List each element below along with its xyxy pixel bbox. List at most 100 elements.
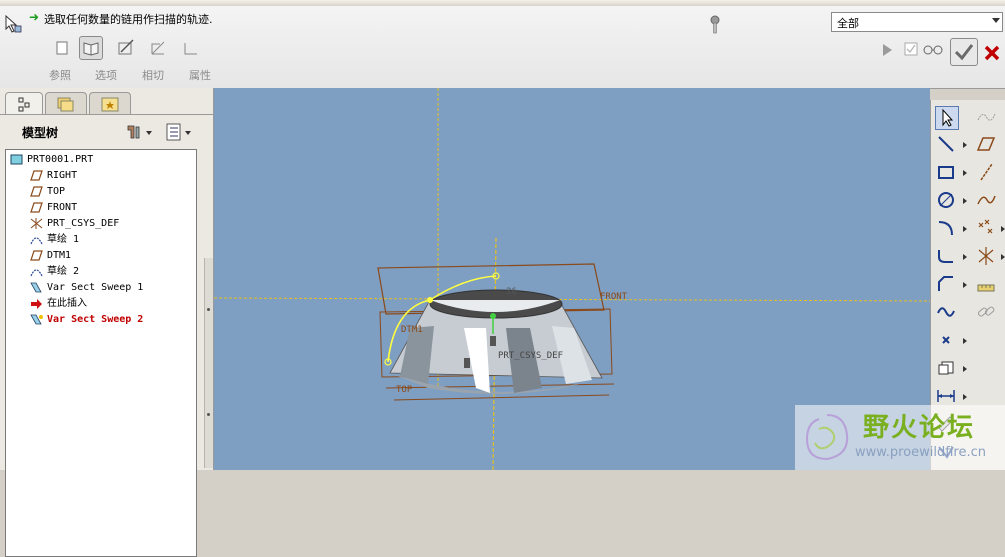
link-tool-button[interactable] (975, 301, 997, 323)
rectangle-tool-button[interactable] (935, 161, 957, 183)
datum-axis-tool-button[interactable] (975, 161, 997, 183)
pause-pin-icon[interactable] (707, 14, 723, 36)
datum-plane-icon (30, 202, 43, 213)
spline-tool-button[interactable] (935, 301, 957, 323)
tool-label-properties[interactable]: 属性 (189, 67, 211, 83)
tool-label-tangency[interactable]: 相切 (142, 67, 164, 83)
checkmark-icon (954, 44, 974, 61)
flyout-arrow-icon[interactable] (963, 394, 967, 400)
point-tool-button[interactable] (935, 329, 957, 351)
rectangle-icon (938, 166, 954, 179)
line-tool-button[interactable] (935, 133, 957, 155)
tree-show-icon[interactable] (164, 122, 194, 142)
verify-checkbox-icon[interactable] (904, 42, 918, 56)
datum-plane-icon (30, 170, 43, 181)
flyout-arrow-icon[interactable] (963, 366, 967, 372)
dimension-tool-button[interactable] (935, 385, 957, 407)
chamfer-icon (938, 276, 953, 291)
arc-tool-button[interactable] (935, 217, 957, 239)
cancel-x-icon[interactable] (983, 44, 1001, 62)
sweep-active-icon (30, 314, 43, 325)
arc-icon (938, 221, 953, 236)
accept-button[interactable] (950, 38, 978, 66)
flyout-arrow-icon[interactable] (963, 226, 967, 232)
label-dtm1: DTM1 (401, 325, 423, 335)
datum-plane-tool-button[interactable] (975, 133, 997, 155)
tree-settings-icon[interactable] (124, 122, 154, 142)
tangency-icon (118, 39, 134, 55)
datum-curve-icon (977, 195, 996, 205)
play-triangle-icon[interactable] (880, 42, 894, 58)
flyout-arrow-icon[interactable] (1001, 254, 1005, 260)
properties-button[interactable] (146, 36, 170, 60)
properties-extra-button[interactable] (179, 36, 203, 60)
splitter-grip (207, 413, 210, 416)
glasses-preview-icon[interactable] (922, 44, 944, 56)
tab-model-tree[interactable] (5, 92, 43, 115)
options-button[interactable] (79, 36, 103, 60)
selection-filter-dropdown[interactable]: 全部 (831, 12, 1003, 32)
references-icon (56, 41, 68, 55)
datum-point-icon (978, 219, 993, 234)
tree-node-label: DTM1 (47, 250, 72, 261)
trajectory-vertex[interactable] (427, 297, 433, 303)
flyout-arrow-icon[interactable] (963, 142, 967, 148)
flyout-arrow-icon[interactable] (963, 282, 967, 288)
tree-node-label: PRT0001.PRT (27, 154, 94, 165)
favorites-star-icon (101, 97, 119, 112)
tool-label-references[interactable]: 参照 (49, 67, 71, 83)
feature-dashboard: ➜ 选取任何数量的链用作扫描的轨迹. 参照 选项 相切 属性 全部 (0, 6, 1005, 89)
select-arrow-icon (942, 108, 954, 127)
tree-node-label: 草绘 2 (47, 266, 80, 277)
csys-icon (978, 247, 994, 265)
fillet-icon (938, 250, 953, 263)
tab-favorites[interactable] (89, 92, 131, 115)
line-icon (938, 136, 954, 152)
tab-folder-browser[interactable] (45, 92, 87, 115)
dimension-icon (937, 390, 955, 402)
watermark-logo-icon (805, 414, 849, 461)
flyout-arrow-icon[interactable] (963, 198, 967, 204)
watermark-url: www.proewildfire.cn (855, 445, 986, 460)
drag-handle[interactable] (464, 358, 470, 368)
prompt-message: 选取任何数量的链用作扫描的轨迹. (44, 13, 213, 26)
prompt-arrow-icon: ➜ (29, 10, 40, 24)
datum-point-tool-button[interactable] (975, 217, 997, 239)
sketch-icon (30, 237, 43, 245)
offset-tool-button[interactable] (935, 357, 957, 379)
flyout-arrow-icon[interactable] (963, 254, 967, 260)
drag-handle[interactable] (490, 336, 496, 346)
watermark: 野火论坛 www.proewildfire.cn (795, 405, 1005, 470)
flyout-arrow-icon[interactable] (963, 170, 967, 176)
model-tree-title: 模型树 (22, 126, 59, 140)
dimension-label[interactable]: 36 (506, 287, 517, 297)
tree-node-label: 草绘 1 (47, 234, 80, 245)
link-chain-icon (977, 306, 995, 317)
references-button[interactable] (50, 36, 74, 60)
spline-icon (937, 307, 955, 317)
curve-icon (184, 43, 197, 55)
analysis-tool-button[interactable] (975, 273, 997, 295)
chamfer-tool-button[interactable] (935, 273, 957, 295)
tree-node-label: Var Sect Sweep 2 (47, 314, 144, 325)
datum-plane-icon (30, 250, 43, 261)
datum-curve-tool-button[interactable] (975, 189, 997, 211)
datum-axis-horizontal (214, 297, 930, 302)
select-tool-button[interactable] (935, 106, 959, 130)
splitter-grip (207, 308, 210, 311)
tree-node-label: FRONT (47, 202, 78, 213)
tree-node-label: TOP (47, 186, 66, 197)
circle-tool-button[interactable] (935, 189, 957, 211)
fillet-tool-button[interactable] (935, 245, 957, 267)
tool-label-options[interactable]: 选项 (95, 67, 117, 83)
tangency-button[interactable] (114, 36, 138, 60)
select-arrow-icon[interactable] (3, 14, 23, 34)
datum-refit-button[interactable] (975, 106, 997, 128)
sweep-icon (30, 282, 42, 293)
options-icon (83, 42, 99, 56)
label-front: FRONT (600, 292, 628, 302)
flyout-arrow-icon[interactable] (1001, 226, 1005, 232)
flyout-arrow-icon[interactable] (963, 338, 967, 344)
datum-csys-tool-button[interactable] (975, 245, 997, 267)
panel-splitter[interactable] (204, 258, 213, 468)
